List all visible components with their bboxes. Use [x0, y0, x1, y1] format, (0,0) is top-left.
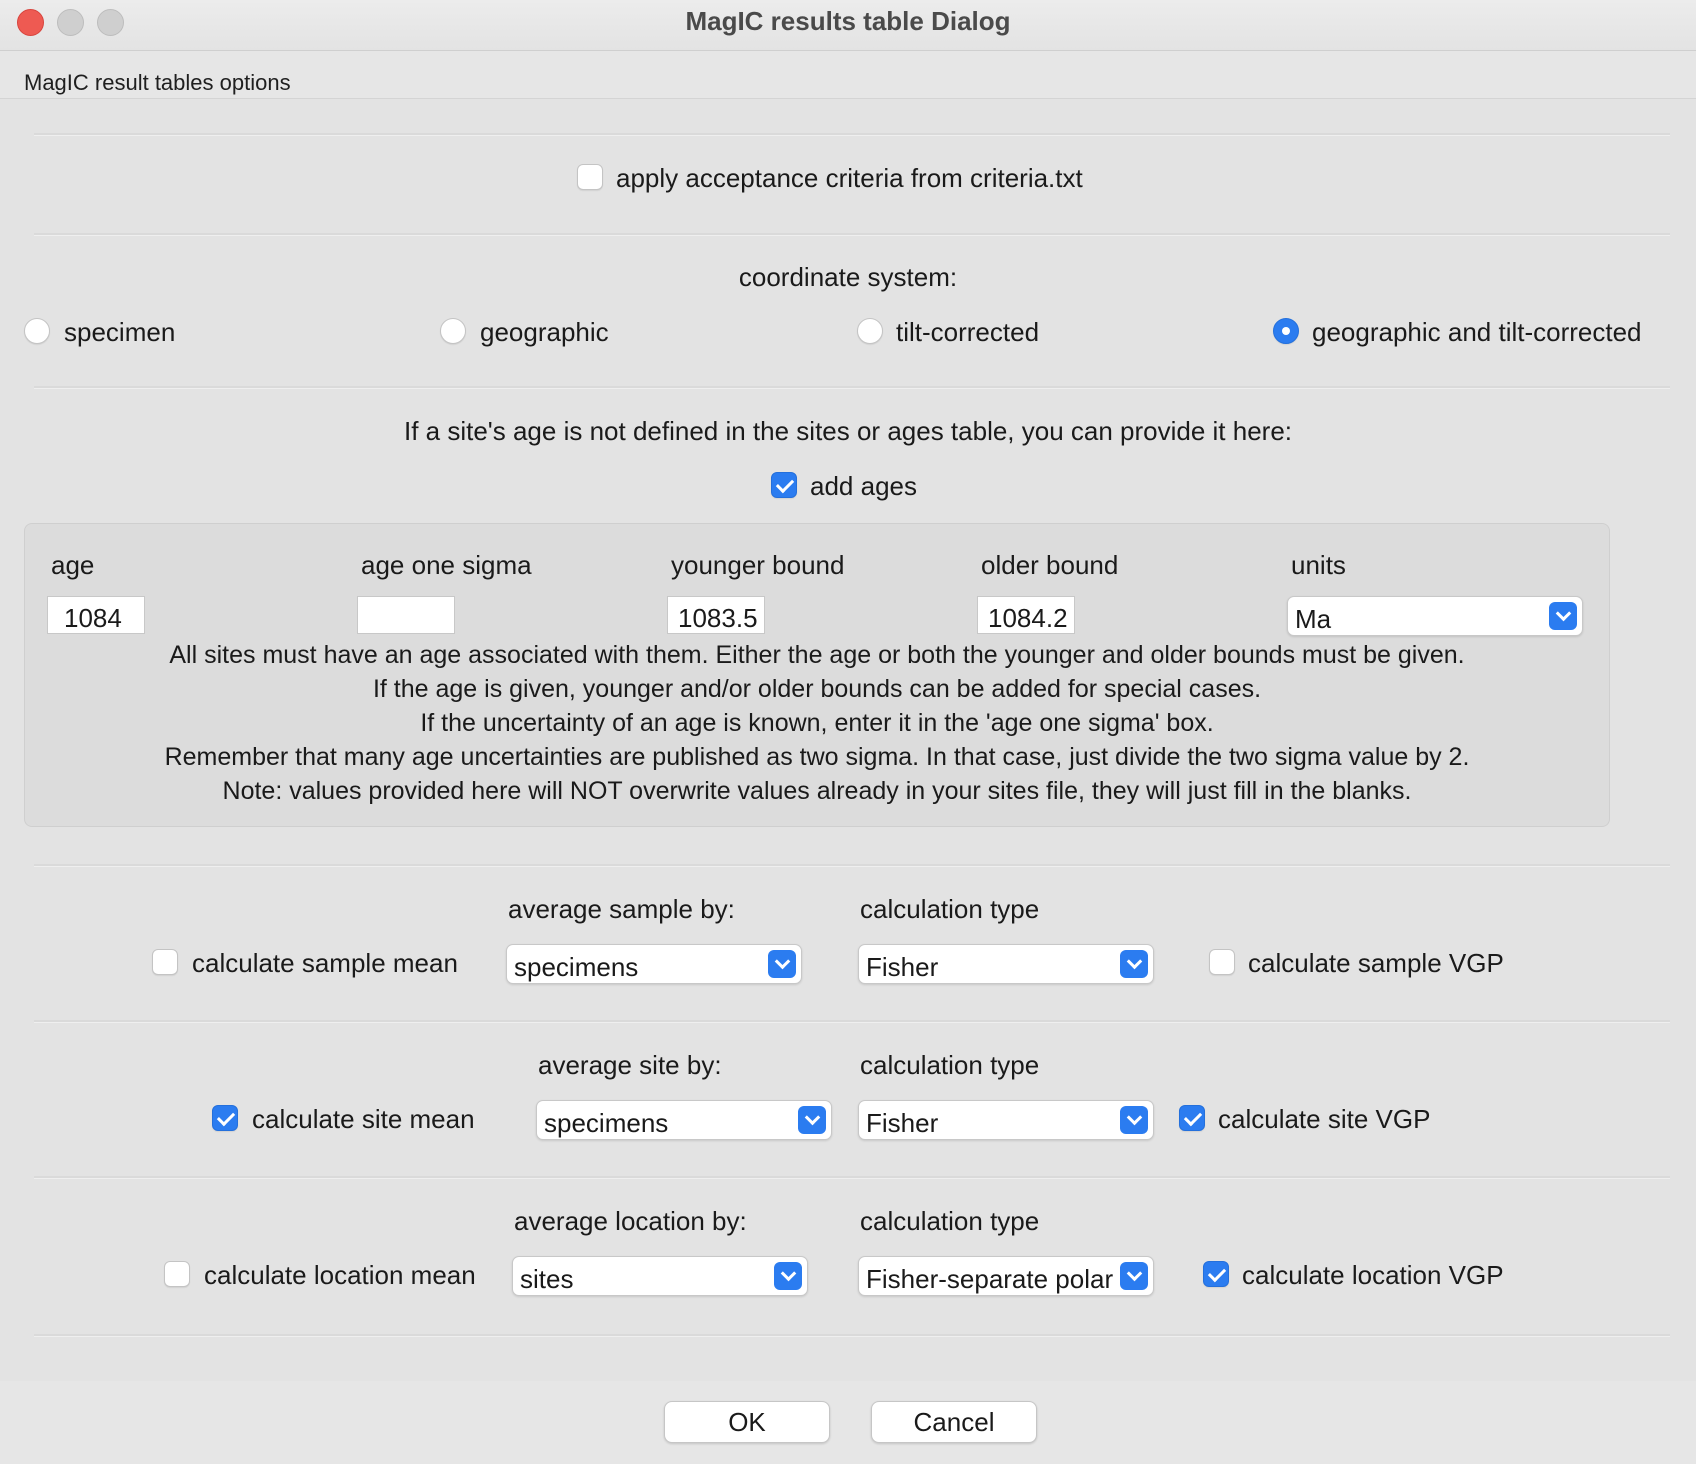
age-sigma-header: age one sigma: [361, 550, 532, 580]
separator: [34, 133, 1670, 136]
ok-button[interactable]: OK: [664, 1401, 830, 1443]
site-avg-heading: average site by:: [538, 1050, 722, 1080]
separator: [34, 1334, 1670, 1337]
sample-calc-type-select[interactable]: Fisher: [858, 944, 1154, 984]
chevron-down-icon: [1120, 950, 1148, 978]
add-ages-label: add ages: [810, 471, 917, 501]
sample-vgp-label: calculate sample VGP: [1248, 948, 1504, 978]
radio-tilt-corrected[interactable]: [857, 318, 883, 344]
location-vgp-checkbox[interactable]: [1203, 1261, 1229, 1287]
age-note-4: Remember that many age uncertainties are…: [164, 743, 1470, 771]
age-note-1: All sites must have an age associated wi…: [169, 641, 1465, 669]
location-calc-heading: calculation type: [860, 1206, 1040, 1236]
window-title: MagIC results table Dialog: [685, 6, 1011, 36]
older-bound-input[interactable]: 1084.2: [977, 596, 1075, 634]
separator: [34, 1176, 1670, 1179]
site-average-value: specimens: [544, 1108, 669, 1138]
sample-avg-heading: average sample by:: [508, 894, 735, 924]
separator: [34, 864, 1670, 867]
units-select[interactable]: Ma: [1287, 596, 1583, 636]
younger-bound-input[interactable]: 1083.5: [667, 596, 765, 634]
radio-geographic-and-tilt-corrected-label: geographic and tilt-corrected: [1312, 317, 1642, 347]
location-mean-checkbox[interactable]: [164, 1261, 190, 1287]
chevron-down-icon: [798, 1106, 826, 1134]
chevron-down-icon: [1120, 1106, 1148, 1134]
age-header: age: [51, 550, 95, 580]
panel-label: MagIC result tables options: [24, 70, 291, 95]
radio-specimen-label: specimen: [64, 317, 176, 347]
sample-average-value: specimens: [514, 952, 639, 982]
site-vgp-label: calculate site VGP: [1218, 1104, 1431, 1134]
older-bound-header: older bound: [981, 550, 1119, 580]
location-average-select[interactable]: sites: [512, 1256, 808, 1296]
separator: [34, 386, 1670, 389]
age-input[interactable]: 1084: [47, 596, 145, 634]
location-calc-type-select[interactable]: Fisher-separate polarities: [858, 1256, 1154, 1296]
location-average-value: sites: [520, 1264, 574, 1294]
dialog-window: MagIC results table Dialog MagIC result …: [0, 0, 1696, 1464]
ages-prompt: If a site's age is not defined in the si…: [403, 416, 1293, 446]
radio-geographic-label: geographic: [480, 317, 609, 347]
sample-mean-label: calculate sample mean: [192, 948, 458, 978]
criteria-checkbox[interactable]: [577, 164, 603, 190]
sample-average-select[interactable]: specimens: [506, 944, 802, 984]
units-select-value: Ma: [1295, 604, 1332, 634]
cancel-button[interactable]: Cancel: [871, 1401, 1037, 1443]
chevron-down-icon: [768, 950, 796, 978]
age-note-5: Note: values provided here will NOT over…: [222, 777, 1412, 805]
sample-calc-type-value: Fisher: [866, 952, 939, 982]
add-ages-checkbox[interactable]: [771, 472, 797, 498]
coordinate-system-heading: coordinate system:: [738, 262, 958, 292]
sample-mean-checkbox[interactable]: [152, 949, 178, 975]
site-average-select[interactable]: specimens: [536, 1100, 832, 1140]
units-header: units: [1291, 550, 1346, 580]
site-vgp-checkbox[interactable]: [1179, 1105, 1205, 1131]
location-calc-type-value: Fisher-separate polarities: [866, 1264, 1113, 1294]
location-mean-label: calculate location mean: [204, 1260, 476, 1290]
location-vgp-label: calculate location VGP: [1242, 1260, 1504, 1290]
site-calc-type-select[interactable]: Fisher: [858, 1100, 1154, 1140]
sample-vgp-checkbox[interactable]: [1209, 949, 1235, 975]
site-calc-heading: calculation type: [860, 1050, 1040, 1080]
chevron-down-icon: [774, 1262, 802, 1290]
site-calc-type-value: Fisher: [866, 1108, 939, 1138]
radio-specimen[interactable]: [24, 318, 50, 344]
location-avg-heading: average location by:: [514, 1206, 747, 1236]
chevron-down-icon: [1549, 602, 1577, 630]
age-sigma-input[interactable]: [357, 596, 455, 634]
age-note-2: If the age is given, younger and/or olde…: [372, 675, 1262, 703]
title-bar: MagIC results table Dialog: [0, 0, 1696, 51]
separator: [34, 233, 1670, 236]
site-mean-checkbox[interactable]: [212, 1105, 238, 1131]
chevron-down-icon: [1120, 1262, 1148, 1290]
radio-geographic[interactable]: [440, 318, 466, 344]
sample-calc-heading: calculation type: [860, 894, 1040, 924]
radio-geographic-and-tilt-corrected[interactable]: [1273, 318, 1299, 344]
site-mean-label: calculate site mean: [252, 1104, 475, 1134]
younger-bound-header: younger bound: [671, 550, 845, 580]
age-note-3: If the uncertainty of an age is known, e…: [420, 709, 1214, 737]
radio-tilt-corrected-label: tilt-corrected: [896, 317, 1040, 347]
age-entry-group: age age one sigma younger bound older bo…: [24, 523, 1610, 827]
separator: [34, 1020, 1670, 1023]
criteria-label: apply acceptance criteria from criteria.…: [616, 163, 1083, 193]
